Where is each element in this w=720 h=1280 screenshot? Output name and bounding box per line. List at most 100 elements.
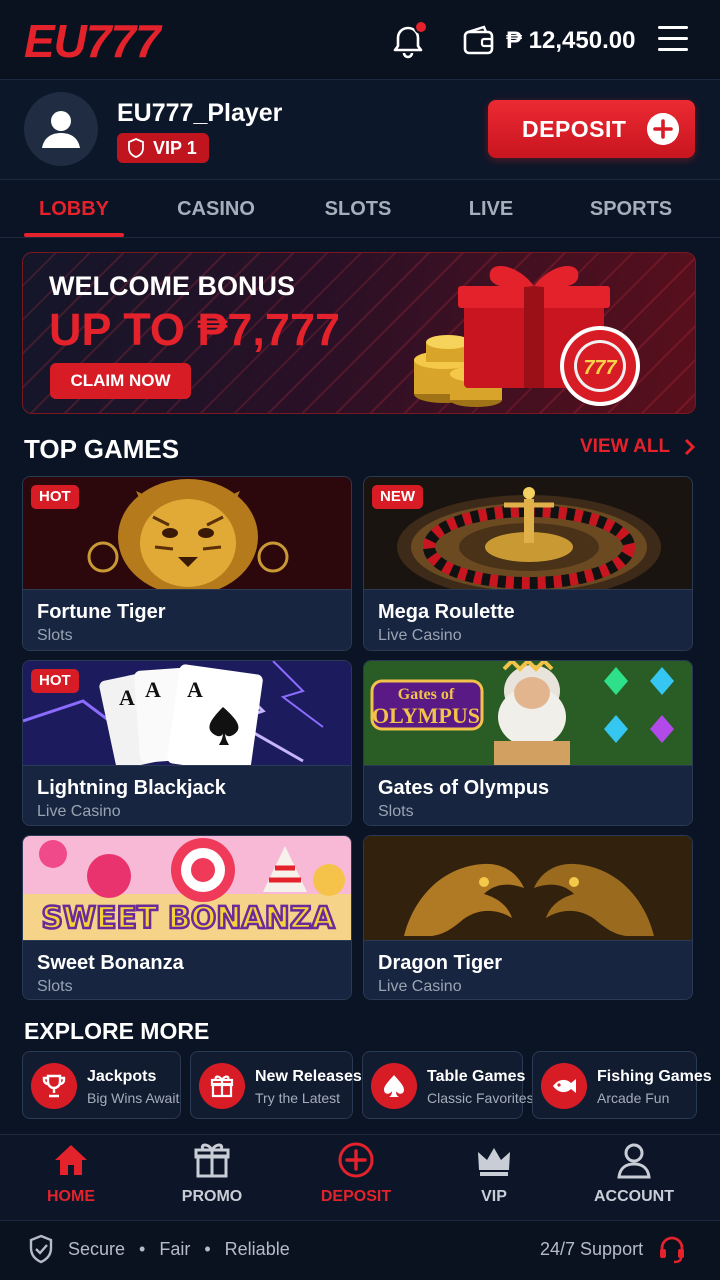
game-category: Slots	[37, 627, 73, 644]
explore-subtitle: Big Wins Await	[87, 1090, 180, 1106]
fish-icon	[541, 1063, 587, 1109]
gift-icon	[199, 1063, 245, 1109]
footer-secure: Secure	[68, 1238, 126, 1259]
gift-icon	[194, 1143, 230, 1178]
game-name: Sweet Bonanza	[37, 952, 184, 974]
user-silhouette-icon	[42, 111, 80, 148]
plus-icon	[647, 113, 679, 145]
game-category: Live Casino	[378, 627, 462, 644]
nav-promo[interactable]: PROMO	[157, 1140, 267, 1216]
game-name: Mega Roulette	[378, 601, 515, 623]
deposit-label: DEPOSIT	[522, 115, 627, 142]
headset-icon	[660, 1236, 685, 1264]
view-all-link[interactable]: VIEW ALL	[580, 436, 696, 458]
tab-sports[interactable]: SPORTS	[578, 181, 684, 238]
nav-home[interactable]: HOME	[16, 1140, 126, 1216]
explore-subtitle: Classic Favorites	[427, 1090, 534, 1106]
plus-circle-icon	[338, 1142, 374, 1178]
dragon-tiger-art	[364, 836, 692, 940]
user-icon	[617, 1143, 651, 1179]
game-name: Gates of Olympus	[378, 777, 550, 799]
explore-jackpots[interactable]: Jackpots Big Wins Await	[22, 1051, 181, 1119]
category-tabs: LOBBY CASINO SLOTS LIVE SPORTS	[0, 181, 720, 238]
gift-coins-illustration: 777	[414, 266, 640, 407]
nav-vip[interactable]: VIP	[439, 1140, 549, 1216]
trust-badges: Secure • Fair • Reliable	[28, 1234, 290, 1264]
claim-now-button[interactable]: CLAIM NOW	[50, 363, 191, 399]
explore-name: Jackpots	[87, 1068, 157, 1085]
footer-fair: Fair	[159, 1238, 191, 1259]
username: EU777_Player	[117, 99, 283, 127]
game-info: Lightning Blackjack Live Casino	[23, 765, 351, 825]
game-name: Fortune Tiger	[37, 601, 166, 623]
notification-dot	[414, 20, 428, 34]
spade-icon	[371, 1063, 417, 1109]
support-link[interactable]: 24/7 Support	[540, 1234, 687, 1264]
game-card-mega-roulette[interactable]: NEW Mega Roulette Live Casino	[363, 476, 693, 651]
trophy-icon	[31, 1063, 77, 1109]
nav-label: ACCOUNT	[594, 1188, 674, 1205]
art-title: SWEET BONANZA	[41, 901, 335, 936]
svg-text:A: A	[119, 685, 135, 710]
game-name: Lightning Blackjack	[37, 777, 226, 799]
game-card-gates-of-olympus[interactable]: Gates of OLYMPUS Gates of Olympus Slots	[363, 660, 693, 826]
game-card-fortune-tiger[interactable]: HOT Fortune Tiger Slots	[22, 476, 352, 651]
art-title-main: OLYMPUS	[372, 703, 480, 728]
game-name: Dragon Tiger	[378, 952, 503, 974]
wallet-icon[interactable]	[462, 24, 496, 58]
site-logo[interactable]: EU777	[24, 16, 161, 66]
explore-name: Table Games	[427, 1068, 526, 1085]
tab-lobby[interactable]: LOBBY	[24, 181, 124, 238]
chevron-right-icon	[685, 438, 696, 456]
footer-separator: •	[204, 1238, 211, 1259]
gates-of-olympus-art: Gates of OLYMPUS	[364, 661, 692, 765]
game-category: Live Casino	[378, 978, 462, 995]
game-card-sweet-bonanza[interactable]: SWEET BONANZA Sweet Bonanza Slots	[22, 835, 352, 1000]
game-info: Dragon Tiger Live Casino	[364, 940, 692, 999]
explore-table-games[interactable]: Table Games Classic Favorites	[362, 1051, 534, 1119]
sweet-bonanza-art: SWEET BONANZA	[23, 836, 351, 940]
menu-icon[interactable]	[658, 26, 694, 56]
explore-more-title: EXPLORE MORE	[24, 1018, 210, 1044]
nav-label: DEPOSIT	[320, 1188, 392, 1205]
tab-slots[interactable]: SLOTS	[308, 181, 408, 238]
nav-label: PROMO	[181, 1188, 243, 1205]
banner-title: WELCOME BONUS	[49, 271, 295, 301]
footer-reliable: Reliable	[224, 1238, 290, 1259]
explore-subtitle: Try the Latest	[255, 1090, 341, 1106]
game-info: Fortune Tiger Slots	[23, 589, 351, 650]
game-card-dragon-tiger[interactable]: Dragon Tiger Live Casino	[363, 835, 693, 1000]
explore-name: Fishing Games	[597, 1068, 712, 1085]
game-card-lightning-blackjack[interactable]: A A A HOT Lightning Blackjack Live Casin…	[22, 660, 352, 826]
support-label: 24/7 Support	[540, 1238, 644, 1259]
active-tab-indicator	[24, 233, 124, 237]
game-info: Mega Roulette Live Casino	[364, 589, 692, 650]
vip-level: VIP 1	[153, 137, 197, 158]
new-badge: NEW	[372, 485, 423, 509]
game-category: Slots	[37, 978, 73, 995]
tab-live[interactable]: LIVE	[444, 181, 538, 238]
deposit-button[interactable]: DEPOSIT	[488, 100, 695, 158]
shield-icon	[128, 138, 144, 158]
nav-account[interactable]: ACCOUNT	[579, 1140, 689, 1216]
hot-badge: HOT	[31, 485, 79, 509]
svg-text:A: A	[187, 677, 203, 702]
top-games-title: TOP GAMES	[24, 434, 180, 464]
nav-label: VIP	[481, 1188, 507, 1205]
vip-badge[interactable]: VIP 1	[117, 133, 209, 163]
view-all-label: VIEW ALL	[580, 436, 671, 457]
avatar[interactable]	[24, 92, 98, 166]
home-icon	[55, 1145, 87, 1175]
game-category: Live Casino	[37, 803, 121, 820]
art-title-top: Gates of	[398, 686, 455, 703]
tab-casino[interactable]: CASINO	[160, 181, 272, 238]
shield-check-icon	[29, 1234, 53, 1264]
crown-icon	[478, 1148, 510, 1176]
explore-new-releases[interactable]: New Releases Try the Latest	[190, 1051, 362, 1119]
explore-fishing-games[interactable]: Fishing Games Arcade Fun	[532, 1051, 712, 1119]
nav-deposit[interactable]: DEPOSIT	[301, 1140, 411, 1216]
chip-label: 777	[583, 357, 617, 379]
game-info: Sweet Bonanza Slots	[23, 940, 351, 999]
nav-label: HOME	[47, 1188, 95, 1205]
footer-separator: •	[139, 1238, 146, 1259]
